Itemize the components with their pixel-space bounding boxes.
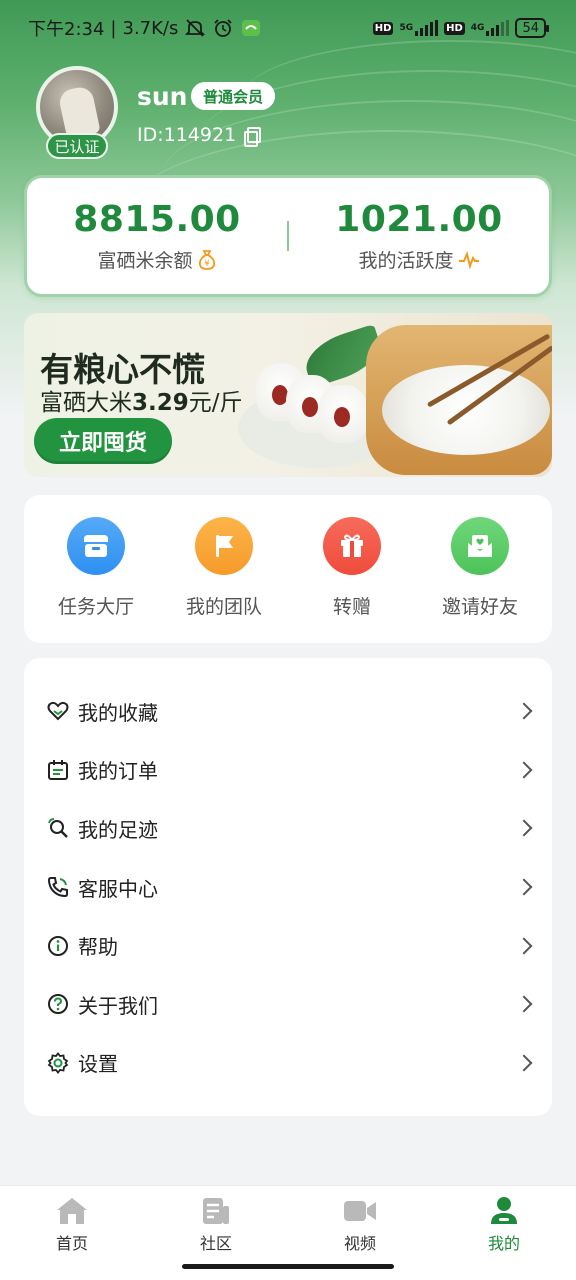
menu-item-orders[interactable]: 我的订单: [24, 741, 552, 800]
activity-stat[interactable]: 1021.00 我的活跃度: [289, 199, 549, 273]
task-hall-icon: [67, 517, 125, 575]
sim1-network: 5G: [399, 23, 414, 33]
footprint-search-icon: [46, 816, 70, 840]
menu-label: 关于我们: [78, 993, 158, 1018]
menu-label: 帮助: [78, 935, 118, 960]
chevron-right-icon: [515, 995, 533, 1013]
tab-label: 首页: [55, 1234, 88, 1253]
alarm-icon: [214, 19, 233, 37]
menu-item-help[interactable]: 帮助: [24, 916, 552, 975]
community-icon: [203, 1198, 229, 1224]
stats-card: 8815.00 富硒米余额 ¥ 1021.00 我的活跃度: [24, 175, 552, 297]
tab-label: 视频: [343, 1234, 376, 1253]
menu-list: 我的收藏 我的订单 我的足迹 客服中心 帮助 关于我们 设置: [24, 658, 552, 1116]
activity-label: 我的活跃度: [358, 250, 454, 272]
mute-bell-icon: [185, 19, 206, 37]
rice-ball-image: [318, 385, 368, 443]
username: sun: [137, 82, 188, 111]
member-level-badge: 普通会员: [191, 82, 276, 110]
phone-icon: [46, 875, 70, 899]
battery-indicator: 54: [515, 18, 549, 38]
menu-item-favorites[interactable]: 我的收藏: [24, 682, 552, 741]
promo-banner[interactable]: 有粮心不慌 富硒大米3.29元/斤 立即囤货: [24, 313, 552, 477]
question-icon: [46, 992, 70, 1016]
invite-mail-icon: [451, 517, 509, 575]
tab-label: 社区: [199, 1234, 232, 1253]
stock-up-button[interactable]: 立即囤货: [34, 418, 172, 464]
menu-item-about[interactable]: 关于我们: [24, 975, 552, 1034]
invite-friends-label: 邀请好友: [441, 596, 518, 618]
chevron-right-icon: [515, 1054, 533, 1072]
tab-home[interactable]: 首页: [0, 1186, 144, 1280]
money-bag-icon: ¥: [198, 249, 215, 270]
status-time: 下午2:34: [28, 19, 105, 40]
menu-item-footprints[interactable]: 我的足迹: [24, 799, 552, 858]
gear-icon: [46, 1051, 70, 1075]
transfer-gift-label: 转赠: [332, 596, 371, 618]
balance-value: 8815.00: [73, 199, 241, 240]
my-team-label: 我的团队: [185, 596, 262, 618]
hd-badge-2: HD: [444, 21, 465, 35]
status-speed: 3.7K/s: [122, 17, 179, 39]
home-indicator[interactable]: [182, 1264, 394, 1269]
video-icon: [344, 1201, 376, 1221]
verified-badge: 已认证: [46, 133, 108, 159]
menu-label: 客服中心: [78, 876, 158, 901]
pulse-icon: [458, 250, 479, 269]
menu-label: 我的足迹: [78, 817, 158, 842]
balance-label: 富硒米余额: [97, 250, 193, 272]
menu-label: 我的订单: [78, 759, 158, 784]
invite-friends-button[interactable]: 邀请好友: [420, 495, 540, 643]
quick-actions: 任务大厅 我的团队 转赠 邀请好友: [24, 495, 552, 643]
my-team-button[interactable]: 我的团队: [164, 495, 284, 643]
info-icon: [46, 934, 70, 958]
chevron-right-icon: [515, 878, 533, 896]
svg-text:¥: ¥: [204, 259, 210, 269]
profile-icon: [491, 1197, 517, 1224]
calendar-order-icon: [46, 758, 70, 782]
menu-label: 设置: [78, 1052, 118, 1077]
chevron-right-icon: [515, 937, 533, 955]
user-id-text: ID:114921: [137, 124, 237, 146]
gift-icon: [323, 517, 381, 575]
menu-label: 我的收藏: [78, 700, 158, 725]
banner-subtitle: 富硒大米3.29元/斤: [40, 390, 243, 416]
chevron-right-icon: [515, 761, 533, 779]
team-flag-icon: [195, 517, 253, 575]
status-bar: 下午2:34 | 3.7K/s HD 5G HD 4G 54: [28, 14, 549, 42]
copy-icon[interactable]: [244, 127, 262, 147]
chevron-right-icon: [515, 702, 533, 720]
tab-mine[interactable]: 我的: [432, 1186, 576, 1280]
home-icon: [57, 1198, 87, 1224]
tab-label: 我的: [487, 1234, 520, 1253]
chevron-right-icon: [515, 819, 533, 837]
balance-stat[interactable]: 8815.00 富硒米余额 ¥: [27, 199, 287, 273]
task-hall-label: 任务大厅: [57, 596, 134, 618]
transfer-gift-button[interactable]: 转赠: [292, 495, 412, 643]
menu-item-customer-service[interactable]: 客服中心: [24, 858, 552, 917]
heart-icon: [46, 699, 70, 723]
task-hall-button[interactable]: 任务大厅: [36, 495, 156, 643]
sim2-network: 4G: [470, 23, 485, 33]
hd-badge-1: HD: [372, 21, 394, 35]
menu-item-settings[interactable]: 设置: [24, 1034, 552, 1093]
app-notification-icon: [242, 20, 261, 36]
activity-value: 1021.00: [335, 199, 503, 240]
user-id: ID:114921: [137, 124, 262, 147]
signal-bars-icon: [486, 20, 510, 36]
signal-bars-icon: [415, 20, 439, 36]
